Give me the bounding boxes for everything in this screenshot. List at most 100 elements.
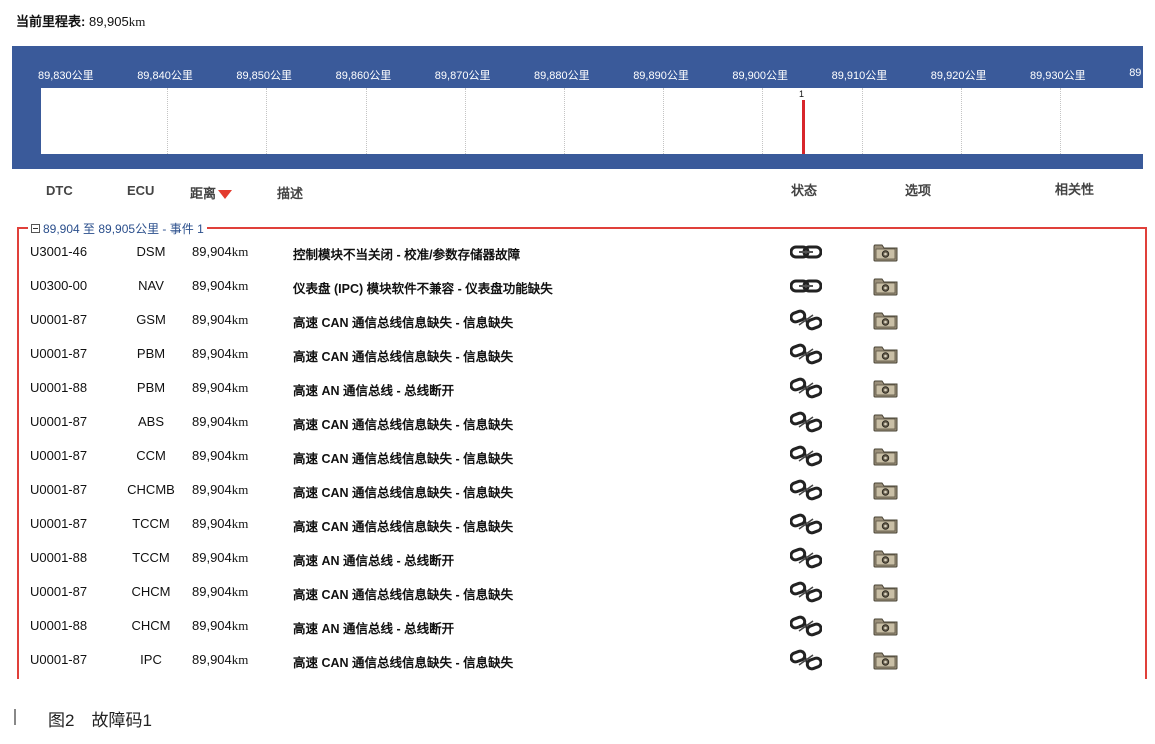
dtc-code: U0001-87 [30,448,88,464]
column-header-relevance[interactable]: 相关性 [1055,179,1094,198]
event-group-range: 89,904 至 89,905公里 - 事件 1 [43,222,204,236]
dtc-code: U0300-00 [30,278,88,294]
distance-value: 89,904km [192,312,248,328]
distance-number: 89,904 [192,550,232,566]
distance-unit: km [231,380,249,396]
table-row[interactable]: U0001-87 CHCMB 89,904km 高速 CAN 通信总线信息缺失 - 信… [0,473,1155,507]
table-row[interactable]: U0001-87 CHCM 89,904km 高速 CAN 通信总线信息缺失 - 信息… [0,575,1155,609]
camera-folder-icon[interactable] [873,617,898,636]
distance-number: 89,904 [192,618,232,634]
distance-value: 89,904km [192,380,248,396]
distance-unit: km [231,516,249,532]
distance-unit: km [231,584,249,600]
link-broken-icon[interactable] [789,649,823,671]
camera-folder-icon[interactable] [873,277,898,296]
camera-folder-icon[interactable] [873,515,898,534]
timeline-grid-line [167,88,169,154]
camera-folder-icon[interactable] [873,379,898,398]
distance-value: 89,904km [192,482,248,498]
event-count-label: 1 [799,89,805,99]
ecu-name: PBM [136,380,166,396]
dtc-code: U0001-87 [30,482,88,498]
timeline-tick-label: 89,830公里 [38,70,94,82]
link-broken-icon[interactable] [789,513,823,535]
timeline-grid-line [762,88,764,154]
distance-unit: km [231,550,249,566]
camera-folder-icon[interactable] [873,447,898,466]
timeline-tick-label: 89,870公里 [434,70,491,82]
column-header-status[interactable]: 状态 [791,180,817,199]
link-broken-icon[interactable] [789,445,823,467]
link-broken-icon[interactable] [789,581,823,603]
timeline-grid-line [663,88,665,154]
timeline-grid-line [1060,88,1061,154]
link-broken-icon[interactable] [789,547,823,569]
camera-folder-icon[interactable] [873,311,898,330]
timeline-tick-label: 89,840公里 [137,70,193,82]
dtc-description: 高速 CAN 通信总线信息缺失 - 信息缺失 [293,486,514,501]
camera-folder-icon[interactable] [873,583,898,602]
column-header-distance-label: 距离 [190,186,217,201]
table-row[interactable]: U0001-87 GSM 89,904km 高速 CAN 通信总线信息缺失 - 信息缺… [0,303,1155,337]
distance-number: 89,904 [192,414,232,430]
table-row[interactable]: U0001-87 ABS 89,904km 高速 CAN 通信总线信息缺失 - 信息缺… [0,405,1155,439]
distance-number: 89,904 [192,482,232,498]
dtc-description: 高速 CAN 通信总线信息缺失 - 信息缺失 [293,588,514,603]
ecu-name: TCCM [132,550,170,566]
odometer-value: 89,905 [88,14,129,29]
camera-folder-icon[interactable] [873,413,898,432]
link-broken-icon[interactable] [789,411,823,433]
camera-folder-icon[interactable] [873,345,898,364]
link-broken-icon[interactable] [789,343,823,365]
column-header-options[interactable]: 选项 [905,180,931,199]
link-broken-icon[interactable] [789,479,823,501]
table-row[interactable]: U0001-87 PBM 89,904km 高速 CAN 通信总线信息缺失 - 信息缺… [0,337,1155,371]
table-row[interactable]: U0001-87 TCCM 89,904km 高速 CAN 通信总线信息缺失 - 信息… [0,507,1155,541]
ecu-name: CHCM [131,584,171,600]
timeline-tick-label: 89,920公里 [930,70,987,82]
dtc-description: 高速 AN 通信总线 - 总线断开 [293,622,455,637]
link-connected-icon[interactable] [789,275,823,297]
table-row[interactable]: U3001-46 DSM 89,904km 控制模块不当关闭 - 校准/参数存储器故障 [0,235,1155,269]
distance-number: 89,904 [192,652,232,668]
ecu-name: TCCM [132,516,170,532]
dtc-description: 高速 CAN 通信总线信息缺失 - 信息缺失 [293,350,514,365]
timeline-tick-label: 89 [1129,67,1142,79]
link-broken-icon[interactable] [789,377,823,399]
camera-folder-icon[interactable] [873,243,898,262]
ecu-name: IPC [140,652,162,668]
column-header-distance[interactable]: 距离 [190,183,233,202]
dtc-code: U0001-87 [30,584,88,600]
table-row[interactable]: U0300-00 NAV 89,904km 仪表盘 (IPC) 模块软件不兼容 - 仪… [0,269,1155,303]
distance-number: 89,904 [192,516,232,532]
table-row[interactable]: U0001-88 CHCM 89,904km 高速 AN 通信总线 - 总线断开 [0,609,1155,643]
distance-unit: km [231,448,249,464]
distance-unit: km [231,346,249,362]
table-row[interactable]: U0001-88 TCCM 89,904km 高速 AN 通信总线 - 总线断开 [0,541,1155,575]
table-row[interactable]: U0001-87 IPC 89,904km 高速 CAN 通信总线信息缺失 - 信息缺… [0,643,1155,677]
dtc-description: 仪表盘 (IPC) 模块软件不兼容 - 仪表盘功能缺失 [293,282,553,297]
link-broken-icon[interactable] [789,615,823,637]
dtc-code: U0001-87 [30,346,88,362]
column-header-dtc[interactable]: DTC [46,183,73,198]
distance-unit: km [231,652,249,668]
timeline-tick-label: 89,880公里 [534,70,590,82]
distance-value: 89,904km [192,244,248,260]
camera-folder-icon[interactable] [873,549,898,568]
dtc-code: U3001-46 [30,244,88,259]
link-connected-icon[interactable] [789,241,823,263]
event-marker[interactable] [802,100,805,154]
link-broken-icon[interactable] [789,309,823,331]
dtc-code: U0001-87 [30,312,88,328]
table-row[interactable]: U0001-87 CCM 89,904km 高速 CAN 通信总线信息缺失 - 信息缺… [0,439,1155,473]
dtc-description: 高速 CAN 通信总线信息缺失 - 信息缺失 [293,316,514,331]
camera-folder-icon[interactable] [873,481,898,500]
collapse-icon[interactable] [31,224,40,233]
column-header-ecu[interactable]: ECU [127,183,154,198]
timeline-track[interactable]: 1 [41,88,1143,154]
column-header-description[interactable]: 描述 [277,183,303,202]
table-row[interactable]: U0001-88 PBM 89,904km 高速 AN 通信总线 - 总线断开 [0,371,1155,405]
camera-folder-icon[interactable] [873,651,898,670]
distance-value: 89,904km [192,414,248,430]
mileage-timeline[interactable]: 89,830公里 89,840公里 89,850公里 89,860公里 89,870公里… [12,46,1143,169]
